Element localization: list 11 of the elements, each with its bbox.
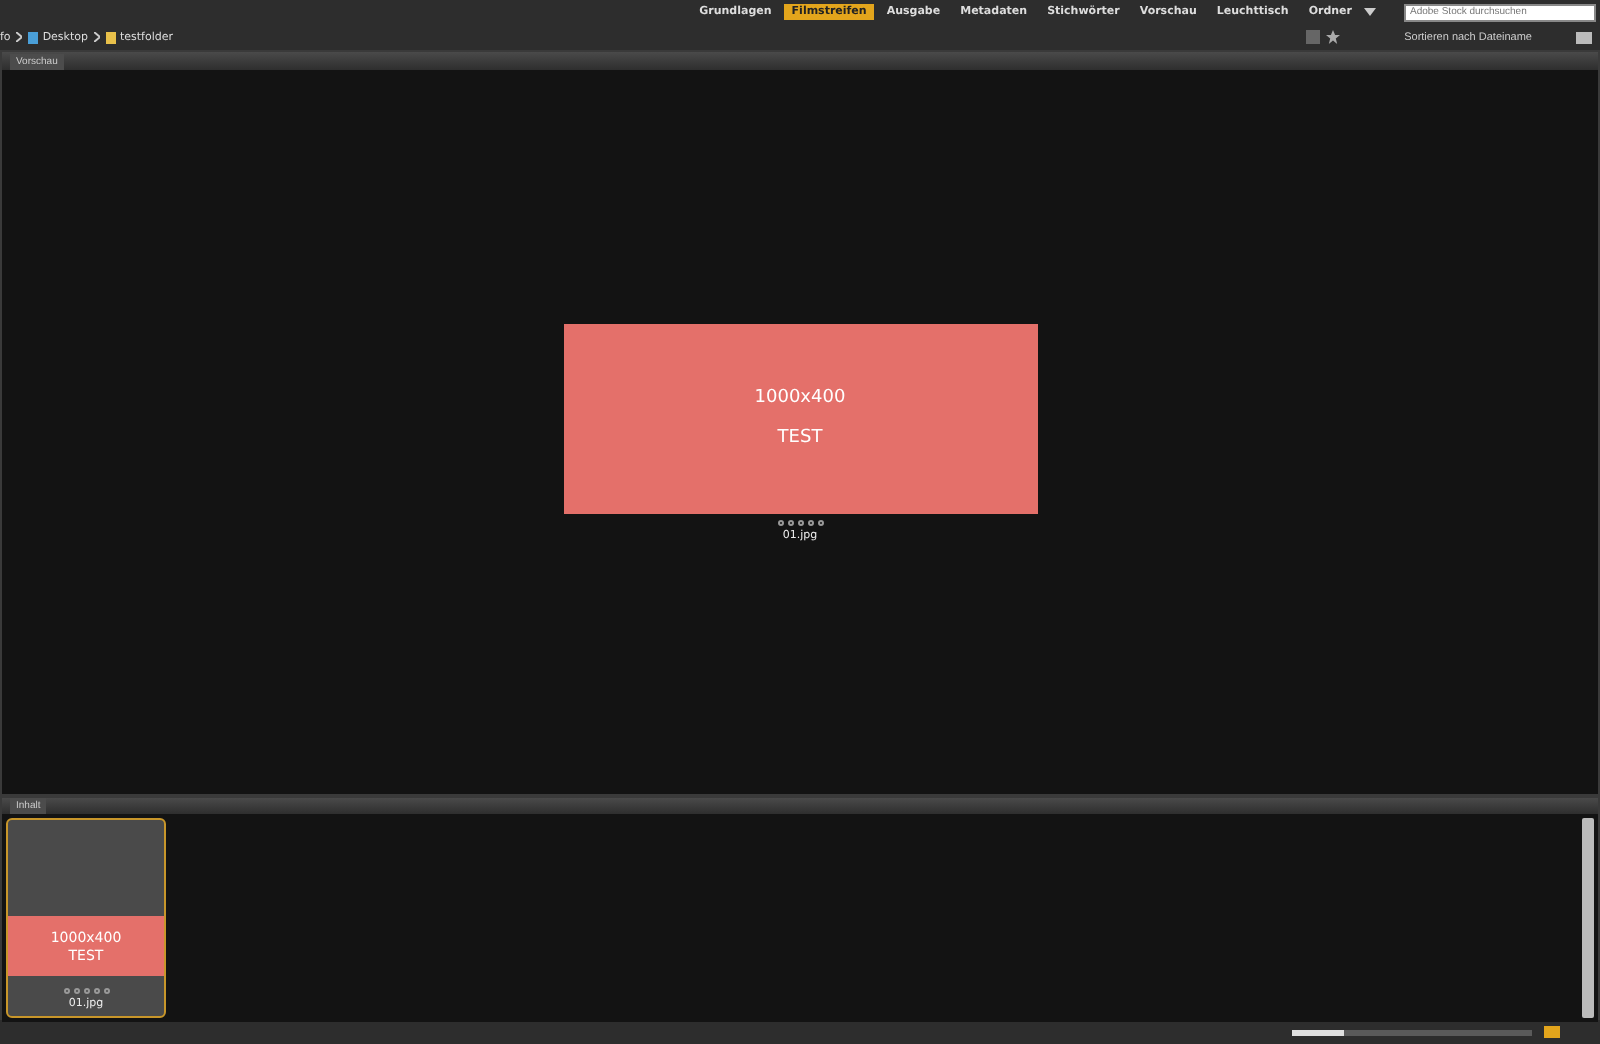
scrollbar[interactable] — [1582, 818, 1594, 1018]
chevron-icon — [94, 32, 100, 42]
rating-stars[interactable] — [777, 519, 823, 525]
rating-stars[interactable] — [63, 988, 109, 994]
slider-thumb[interactable] — [1292, 1029, 1345, 1035]
chevron-icon — [16, 32, 23, 42]
star-icon[interactable] — [1326, 30, 1341, 44]
zoom-slider[interactable] — [1292, 1029, 1532, 1035]
image-text: TEST — [777, 428, 823, 448]
dropdown-icon[interactable] — [1364, 8, 1376, 16]
image-text: 1000x400 — [754, 388, 846, 408]
